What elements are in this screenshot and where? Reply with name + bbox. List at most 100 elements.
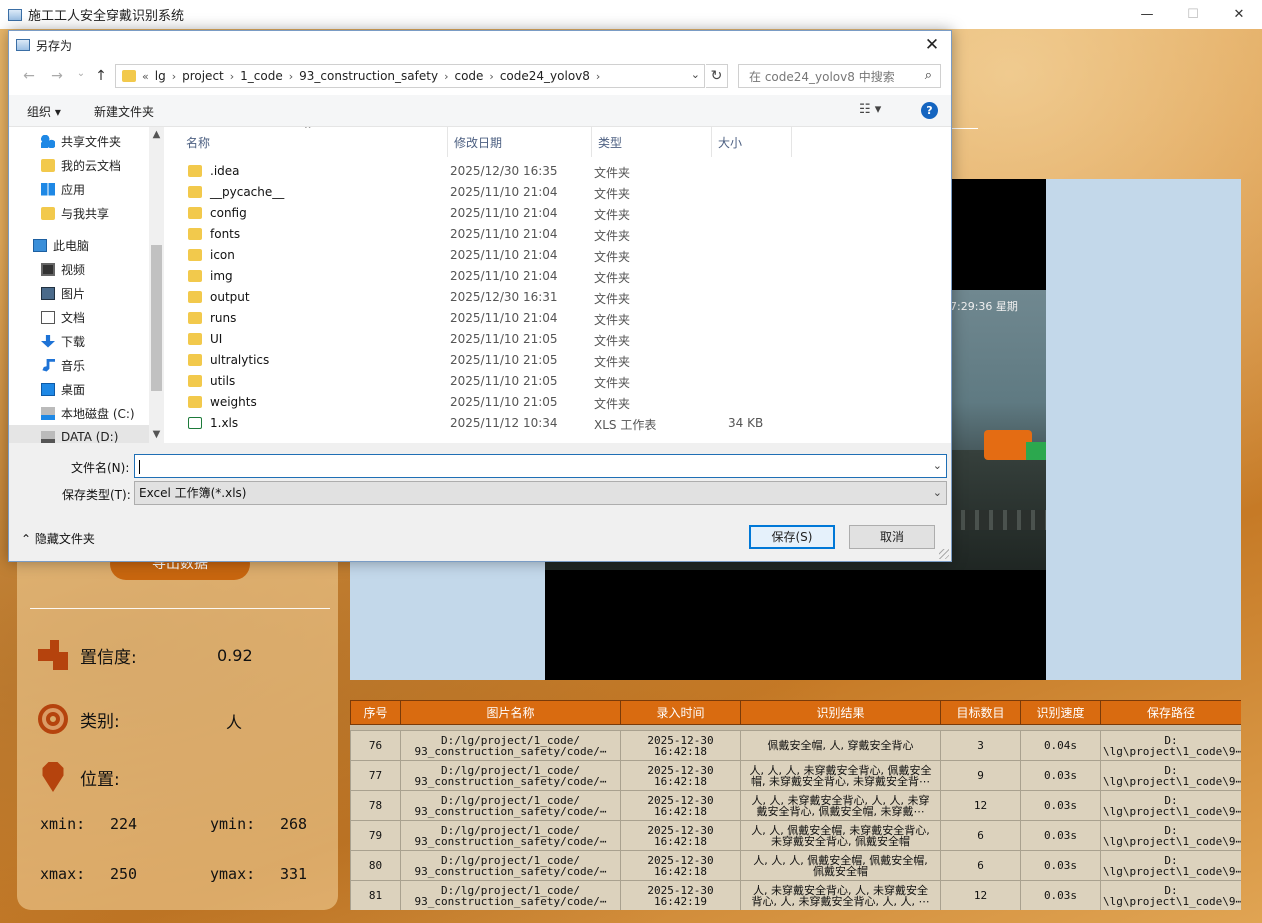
breadcrumb-separator-icon[interactable]: › — [596, 70, 600, 83]
address-dropdown-icon[interactable]: ⌄ — [691, 68, 700, 81]
column-name[interactable]: 名称 — [180, 127, 448, 157]
file-row[interactable]: __pycache__ 2025/11/10 21:04 文件夹 — [184, 182, 804, 203]
back-arrow-icon[interactable]: ← — [19, 68, 39, 86]
search-icon[interactable]: ⌕ — [925, 68, 932, 83]
download-icon — [41, 334, 55, 348]
file-row[interactable]: icon 2025/11/10 21:04 文件夹 — [184, 245, 804, 266]
history-chevron-icon[interactable]: ⌄ — [71, 68, 91, 86]
minimize-button[interactable]: — — [1124, 0, 1170, 29]
breadcrumb-separator-icon[interactable]: › — [489, 70, 493, 83]
table-row[interactable]: 80 D:/lg/project/1_code/ 93_construction_… — [350, 850, 1241, 881]
nav-item[interactable]: 与我共享 — [9, 201, 149, 225]
address-prefix[interactable]: « — [142, 70, 149, 83]
nav-item[interactable]: 本地磁盘 (C:) — [9, 401, 149, 425]
save-as-dialog: 另存为 ✕ ← → ⌄ ↑ « lg › project › 1_code › 93_con… — [8, 30, 952, 562]
file-row[interactable]: ultralytics 2025/11/10 21:05 文件夹 — [184, 350, 804, 371]
help-icon[interactable]: ? — [921, 102, 938, 119]
file-date: 2025/11/10 21:05 — [450, 353, 558, 367]
view-options-icon[interactable]: ☷ ▾ — [859, 102, 881, 117]
file-row[interactable]: config 2025/11/10 21:04 文件夹 — [184, 203, 804, 224]
filename-label: 文件名(N): — [71, 461, 130, 475]
column-date[interactable]: 修改日期 — [448, 127, 592, 157]
breadcrumb-segment[interactable]: code24_yolov8 — [500, 69, 590, 83]
nav-item[interactable]: 文档 — [9, 305, 149, 329]
col-header-time[interactable]: 录入时间 — [620, 700, 741, 725]
close-window-button[interactable]: ✕ — [1216, 0, 1262, 29]
scroll-down-icon[interactable]: ▼ — [149, 429, 164, 440]
up-arrow-icon[interactable]: ↑ — [91, 68, 111, 86]
results-table-container: 序号 图片名称 录入时间 识别结果 目标数目 识别速度 保存路径 76 D:/lg… — [350, 700, 1241, 910]
nav-item[interactable]: 应用 — [9, 177, 149, 201]
scroll-thumb[interactable] — [151, 245, 162, 391]
breadcrumb-segment[interactable]: project — [182, 69, 224, 83]
col-header-count[interactable]: 目标数目 — [940, 700, 1021, 725]
cell-count: 9 — [940, 760, 1021, 791]
breadcrumb-separator-icon[interactable]: › — [230, 70, 234, 83]
save-button[interactable]: 保存(S) — [749, 525, 835, 549]
table-row[interactable]: 76 D:/lg/project/1_code/ 93_construction_… — [350, 730, 1241, 761]
col-header-path[interactable]: 保存路径 — [1100, 700, 1241, 725]
file-row[interactable]: runs 2025/11/10 21:04 文件夹 — [184, 308, 804, 329]
nav-item[interactable]: 音乐 — [9, 353, 149, 377]
file-row[interactable]: fonts 2025/11/10 21:04 文件夹 — [184, 224, 804, 245]
forward-arrow-icon[interactable]: → — [47, 68, 67, 86]
breadcrumb-separator-icon[interactable]: › — [289, 70, 293, 83]
cell-count: 12 — [940, 790, 1021, 821]
search-box[interactable]: 在 code24_yolov8 中搜索 ⌕ — [738, 64, 941, 88]
table-row[interactable]: 77 D:/lg/project/1_code/ 93_construction_… — [350, 760, 1241, 791]
file-row[interactable]: UI 2025/11/10 21:05 文件夹 — [184, 329, 804, 350]
table-row[interactable]: 81 D:/lg/project/1_code/ 93_construction_… — [350, 880, 1241, 910]
cancel-button[interactable]: 取消 — [849, 525, 935, 549]
column-type[interactable]: 类型 — [592, 127, 712, 157]
cell-time: 2025-12-30 16:42:18 — [620, 820, 741, 851]
col-header-name[interactable]: 图片名称 — [400, 700, 621, 725]
breadcrumb-segment[interactable]: lg — [155, 69, 166, 83]
col-header-result[interactable]: 识别结果 — [740, 700, 941, 725]
file-row[interactable]: weights 2025/11/10 21:05 文件夹 — [184, 392, 804, 413]
nav-item[interactable]: 下载 — [9, 329, 149, 353]
close-icon[interactable]: ✕ — [921, 34, 943, 56]
col-header-id[interactable]: 序号 — [350, 700, 401, 725]
file-type: 文件夹 — [594, 250, 631, 264]
file-row[interactable]: 1.xls 2025/11/12 10:34 XLS 工作表 34 KB — [184, 413, 804, 434]
hide-folders-toggle[interactable]: ⌃ 隐藏文件夹 — [21, 530, 95, 547]
nav-item[interactable]: DATA (D:) — [9, 425, 149, 443]
nav-item[interactable]: 共享文件夹 — [9, 129, 149, 153]
breadcrumb-separator-icon[interactable]: › — [444, 70, 448, 83]
scroll-up-icon[interactable]: ▲ — [149, 129, 164, 140]
nav-item[interactable]: 视频 — [9, 257, 149, 281]
category-label: 类别: — [80, 711, 120, 732]
filetype-dropdown-icon[interactable]: ⌄ — [933, 482, 942, 504]
refresh-icon[interactable]: ↻ — [706, 64, 728, 88]
file-row[interactable]: output 2025/12/30 16:31 文件夹 — [184, 287, 804, 308]
column-size[interactable]: 大小 — [712, 127, 792, 157]
maximize-button[interactable]: ☐ — [1170, 0, 1216, 29]
filename-dropdown-icon[interactable]: ⌄ — [933, 455, 942, 477]
breadcrumb-segment[interactable]: 93_construction_safety — [299, 69, 438, 83]
new-folder-button[interactable]: 新建文件夹 — [94, 103, 154, 120]
table-row[interactable]: 78 D:/lg/project/1_code/ 93_construction_… — [350, 790, 1241, 821]
info-divider — [30, 608, 330, 609]
file-row[interactable]: .idea 2025/12/30 16:35 文件夹 — [184, 161, 804, 182]
organize-button[interactable]: 组织 ▾ — [27, 103, 61, 120]
breadcrumb-segment[interactable]: 1_code — [240, 69, 283, 83]
cell-path: D: \lg\project\1_code\9⋯ — [1100, 730, 1241, 761]
file-date: 2025/11/10 21:04 — [450, 185, 558, 199]
nav-scrollbar[interactable]: ▲ ▼ — [149, 127, 164, 443]
breadcrumb-separator-icon[interactable]: › — [172, 70, 176, 83]
nav-item[interactable]: 我的云文档 — [9, 153, 149, 177]
resize-grip-icon[interactable] — [939, 549, 949, 559]
table-row[interactable]: 79 D:/lg/project/1_code/ 93_construction_… — [350, 820, 1241, 851]
nav-item[interactable]: 此电脑 — [9, 233, 149, 257]
nav-item[interactable]: 桌面 — [9, 377, 149, 401]
file-row[interactable]: utils 2025/11/10 21:05 文件夹 — [184, 371, 804, 392]
filetype-select[interactable]: Excel 工作簿(*.xls) ⌄ — [134, 481, 947, 505]
file-row[interactable]: img 2025/11/10 21:04 文件夹 — [184, 266, 804, 287]
breadcrumb-segment[interactable]: code — [454, 69, 483, 83]
col-header-speed[interactable]: 识别速度 — [1020, 700, 1101, 725]
nav-item[interactable]: 图片 — [9, 281, 149, 305]
filename-input[interactable]: ⌄ — [134, 454, 947, 478]
address-bar[interactable]: « lg › project › 1_code › 93_construction_safe… — [115, 64, 705, 88]
cell-id: 81 — [350, 880, 401, 910]
green-equipment — [1026, 442, 1046, 460]
